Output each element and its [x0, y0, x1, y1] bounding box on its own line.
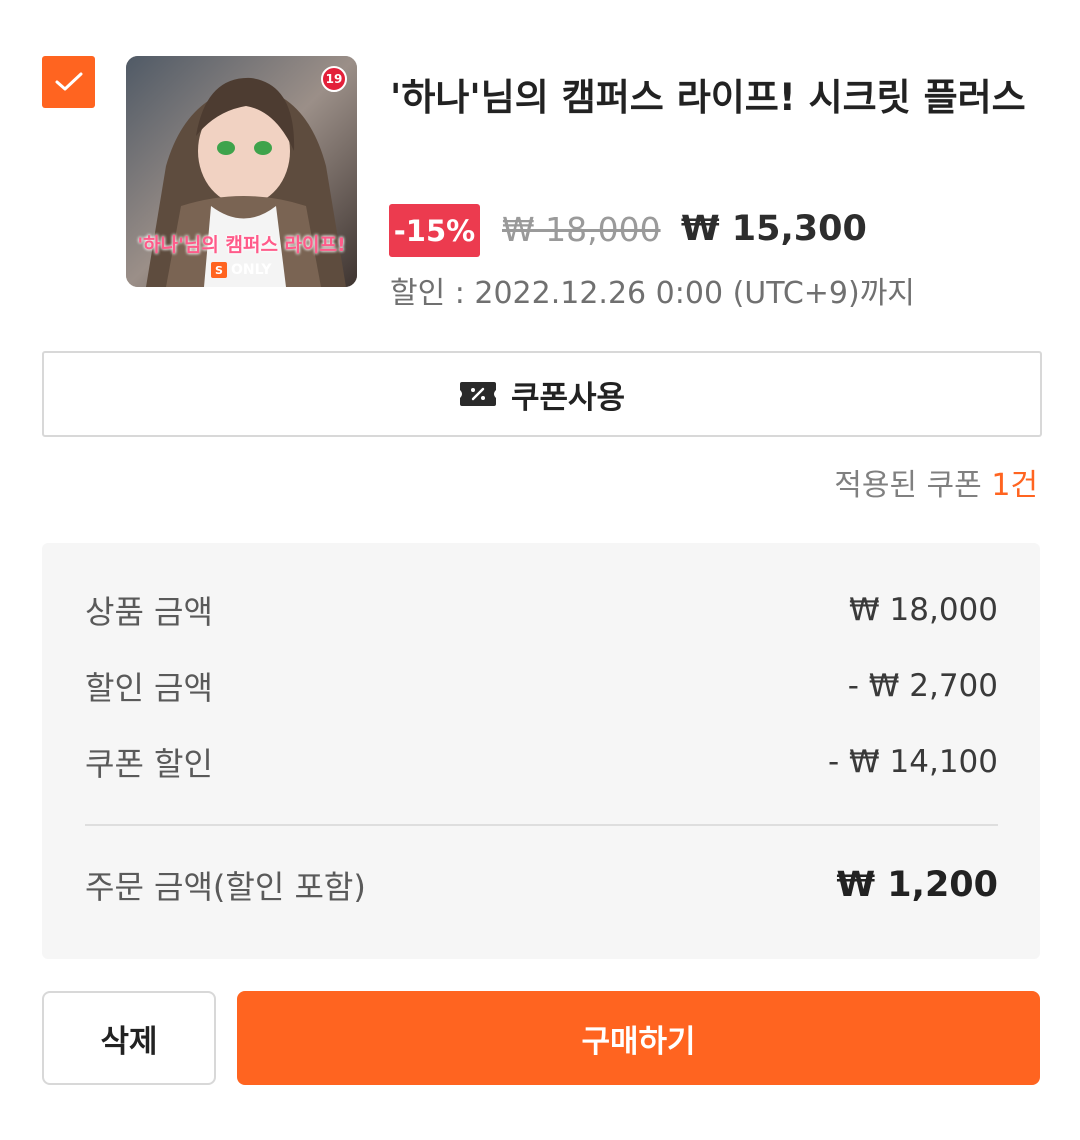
sale-price: ₩ 15,300 — [681, 209, 867, 249]
coupon-discount-row: 쿠폰 할인 - ₩ 14,100 — [85, 737, 998, 787]
order-amount-label: 주문 금액(할인 포함) — [85, 868, 366, 906]
discount-rate-badge: -15% — [389, 204, 480, 257]
applied-coupon-info: 적용된 쿠폰 1건 — [834, 464, 1038, 508]
order-amount-value: ₩ 1,200 — [836, 865, 999, 905]
product-cover-image[interactable]: 19 '하나'님의 캠퍼스 라이프! S ONLY — [126, 56, 357, 287]
original-price: ₩ 18,000 — [502, 210, 661, 249]
age-rating-text: 19 — [325, 72, 343, 86]
cover-title-text: '하나'님의 캠퍼스 라이프! — [137, 234, 346, 256]
summary-divider — [85, 824, 998, 826]
use-coupon-button[interactable]: 쿠폰사용 — [42, 351, 1042, 437]
cover-only-text: ONLY — [231, 262, 272, 278]
check-icon — [55, 72, 82, 91]
use-coupon-label: 쿠폰사용 — [510, 379, 626, 416]
cover-s-logo: S — [211, 262, 227, 278]
coupon-discount-label: 쿠폰 할인 — [85, 745, 213, 783]
price-summary-panel: 상품 금액 ₩ 18,000 할인 금액 - ₩ 2,700 쿠폰 할인 - ₩… — [42, 543, 1040, 959]
product-title[interactable]: '하나'님의 캠퍼스 라이프! 시크릿 플러스 — [390, 70, 1050, 126]
discount-amount-row: 할인 금액 - ₩ 2,700 — [85, 661, 998, 711]
item-select-checkbox[interactable] — [42, 56, 95, 108]
discount-amount-label: 할인 금액 — [85, 669, 213, 707]
coupon-icon — [459, 382, 496, 406]
order-amount-row: 주문 금액(할인 포함) ₩ 1,200 — [85, 860, 998, 910]
buy-button[interactable]: 구매하기 — [237, 991, 1040, 1085]
cover-only-badge: S ONLY — [211, 262, 272, 278]
coupon-discount-value: - ₩ 14,100 — [827, 744, 998, 780]
applied-coupon-count: 1건 — [991, 468, 1038, 503]
delete-button[interactable]: 삭제 — [42, 991, 216, 1085]
product-amount-row: 상품 금액 ₩ 18,000 — [85, 585, 998, 635]
discount-amount-value: - ₩ 2,700 — [847, 668, 998, 704]
product-amount-value: ₩ 18,000 — [849, 592, 998, 628]
applied-coupon-label: 적용된 쿠폰 — [834, 468, 982, 503]
age-rating-badge: 19 — [321, 66, 347, 92]
discount-period: 할인 : 2022.12.26 0:00 (UTC+9)까지 — [390, 276, 915, 311]
product-amount-label: 상품 금액 — [85, 593, 213, 631]
